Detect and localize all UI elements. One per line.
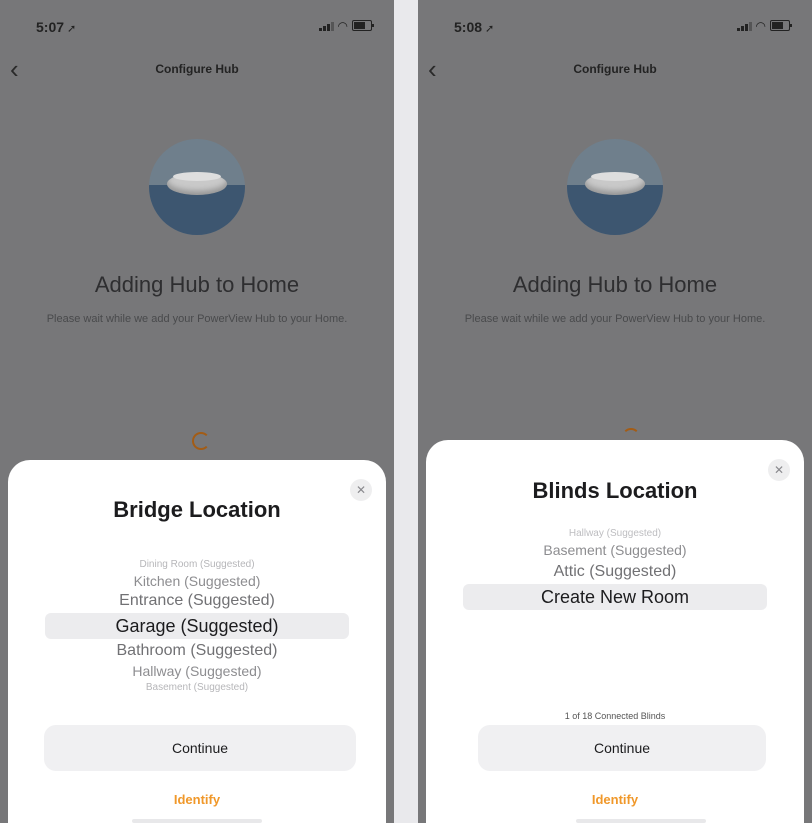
nav-title: Configure Hub	[573, 62, 657, 76]
picker-item[interactable]: Hallway (Suggested)	[426, 528, 804, 540]
location-sheet: ✕ Blinds Location Hallway (Suggested) Ba…	[426, 440, 804, 823]
room-picker[interactable]: Hallway (Suggested) Basement (Suggested)…	[426, 528, 804, 610]
picker-item[interactable]: Hallway (Suggested)	[8, 661, 386, 681]
status-bar: 5:08 ➚ ◠	[418, 0, 812, 50]
status-time: 5:07 ➚	[36, 19, 77, 35]
continue-button[interactable]: Continue	[44, 725, 356, 771]
location-arrow-icon: ➚	[67, 23, 77, 35]
picker-item[interactable]: Dining Room (Suggested)	[8, 558, 386, 571]
picker-item[interactable]: Basement (Suggested)	[426, 540, 804, 561]
continue-button[interactable]: Continue	[478, 725, 766, 771]
status-icons: ◠	[736, 19, 792, 33]
picker-item[interactable]: Kitchen (Suggested)	[8, 571, 386, 591]
location-arrow-icon: ➚	[485, 23, 495, 35]
home-indicator	[132, 819, 262, 823]
connected-blinds-counter: 1 of 18 Connected Blinds	[564, 711, 666, 721]
identify-button[interactable]: Identify	[426, 792, 804, 807]
page-heading: Adding Hub to Home	[94, 272, 300, 297]
phone-screen-left: 5:07 ➚ ◠ ‹ Configure Hub Adding Hub to Ho…	[0, 0, 394, 823]
wifi-icon: ◠	[755, 19, 766, 33]
picker-item-selected[interactable]: Create New Room	[463, 584, 767, 610]
picker-item[interactable]: Attic (Suggested)	[426, 561, 804, 582]
room-picker[interactable]: Dining Room (Suggested) Kitchen (Suggest…	[8, 558, 386, 694]
sheet-title: Bridge Location	[113, 497, 281, 522]
status-time: 5:08 ➚	[454, 19, 495, 35]
nav-title: Configure Hub	[155, 62, 239, 76]
wifi-icon: ◠	[337, 19, 348, 33]
signal-icon	[318, 21, 334, 31]
identify-button[interactable]: Identify	[8, 792, 386, 807]
home-indicator	[576, 819, 706, 823]
signal-icon	[736, 21, 752, 31]
sheet-title: Blinds Location	[532, 478, 698, 503]
location-sheet: ✕ Bridge Location Dining Room (Suggested…	[8, 460, 386, 823]
picker-item-selected[interactable]: Garage (Suggested)	[45, 613, 349, 639]
page-subtitle: Please wait while we add your PowerView …	[464, 313, 766, 325]
loading-spinner-icon	[192, 432, 210, 450]
picker-item[interactable]: Entrance (Suggested)	[8, 591, 386, 611]
status-bar: 5:07 ➚ ◠	[0, 0, 394, 50]
picker-item[interactable]: Basement (Suggested)	[8, 681, 386, 694]
page-heading: Adding Hub to Home	[512, 272, 718, 297]
phone-screen-right: 5:08 ➚ ◠ ‹ Configure Hub Adding Hub to Ho…	[418, 0, 812, 823]
page-subtitle: Please wait while we add your PowerView …	[46, 313, 348, 325]
battery-icon	[352, 20, 374, 31]
battery-icon	[770, 20, 792, 31]
hub-illustration	[149, 139, 245, 235]
status-icons: ◠	[318, 19, 374, 33]
hub-illustration	[567, 139, 663, 235]
picker-item[interactable]: Bathroom (Suggested)	[8, 641, 386, 661]
